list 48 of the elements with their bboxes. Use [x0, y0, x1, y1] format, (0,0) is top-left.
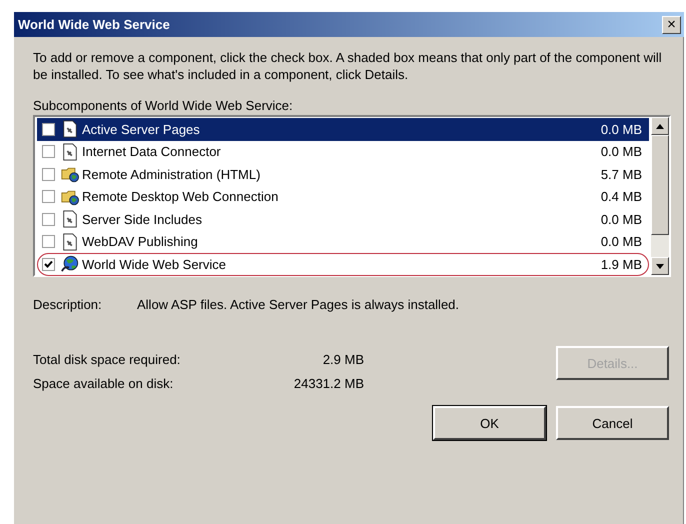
component-size: 0.4 MB [600, 189, 642, 204]
description-label: Description: [33, 297, 103, 312]
list-label: Subcomponents of World Wide Web Service: [33, 97, 294, 114]
checkbox[interactable] [42, 168, 55, 181]
close-button[interactable]: × [662, 16, 681, 34]
component-size: 0.0 MB [600, 144, 642, 160]
component-name: Internet Data Connector [82, 144, 222, 160]
disk-space-label: Space available on disk: [33, 376, 174, 391]
component-size: 1.9 MB [600, 256, 642, 272]
folder-globe-icon [61, 165, 79, 184]
component-name: Remote Administration (HTML) [82, 166, 262, 182]
description-text: Allow ASP files. Active Server Pages is always installed. [137, 297, 460, 312]
disk-space-value: 2.9 MB [322, 352, 364, 367]
document-icon [61, 120, 79, 138]
globe-icon [61, 255, 79, 274]
component-size: 0.0 MB [600, 234, 642, 250]
component-row[interactable]: World Wide Web Service 1.9 MB [37, 253, 649, 276]
component-row[interactable]: Server Side Includes 0.0 MB [37, 208, 649, 230]
checkbox[interactable] [42, 258, 55, 271]
disk-space-label: Total disk space required: [33, 352, 182, 367]
component-size: 0.0 MB [600, 212, 642, 227]
checkbox[interactable] [42, 145, 55, 158]
document-icon [61, 232, 79, 251]
disk-space-value: 24331.2 MB [292, 376, 364, 391]
checkbox[interactable] [42, 212, 55, 226]
checkbox[interactable] [42, 122, 55, 136]
component-name: Remote Desktop Web Connection [82, 189, 280, 204]
component-row[interactable]: Active Server Pages 0.0 MB [37, 118, 649, 140]
document-icon [61, 142, 79, 161]
component-name: WebDAV Publishing [82, 234, 199, 250]
component-size: 0.0 MB [600, 122, 642, 137]
component-name: Active Server Pages [82, 122, 201, 137]
component-name: Server Side Includes [82, 212, 203, 227]
component-row[interactable]: Internet Data Connector 0.0 MB [37, 140, 649, 163]
component-row[interactable]: Remote Desktop Web Connection 0.4 MB [37, 186, 649, 208]
component-size: 5.7 MB [600, 166, 642, 182]
cancel-button[interactable]: Cancel [556, 406, 669, 440]
instructions-text: To add or remove a component, click the check box. A shaded box means that only part of the component will be installed. To see what's included in a component, click Details. [33, 49, 663, 83]
component-name: World Wide Web Service [82, 256, 228, 272]
checkbox[interactable] [42, 190, 55, 204]
document-icon [61, 210, 79, 228]
window-title: World Wide Web Service [18, 17, 170, 32]
ok-button[interactable]: OK [433, 406, 546, 440]
scrollbar-thumb[interactable] [651, 135, 669, 235]
component-row[interactable]: Remote Administration (HTML) 5.7 MB [37, 163, 649, 186]
checkbox[interactable] [42, 235, 55, 248]
vertical-scrollbar[interactable] [651, 117, 669, 275]
component-row[interactable]: WebDAV Publishing 0.0 MB [37, 230, 649, 253]
